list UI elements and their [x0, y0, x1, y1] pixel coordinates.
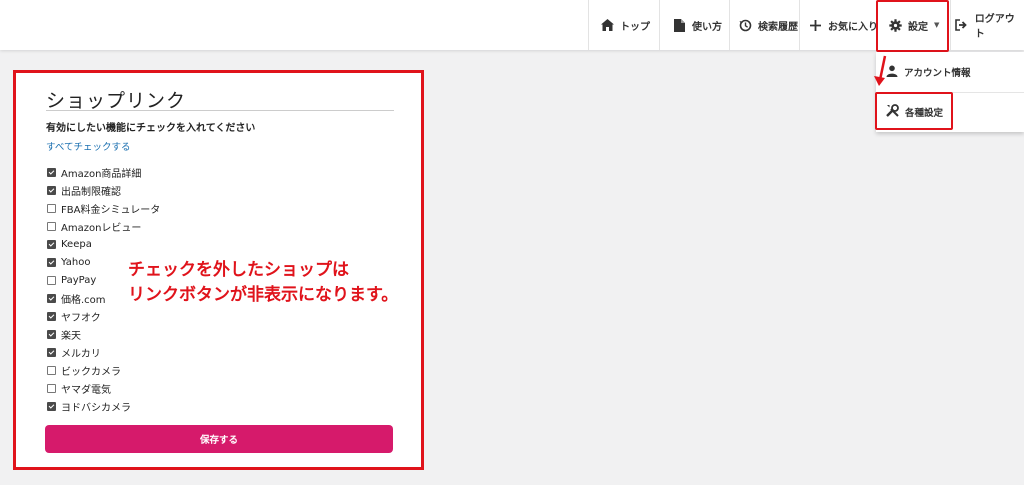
shop-option-label: ビックカメラ	[61, 366, 121, 378]
nav-logout-label: ログアウト	[974, 14, 1015, 40]
nav-favorites-label: お気に入り	[828, 21, 878, 33]
shop-option-label: メルカリ	[61, 348, 101, 360]
shop-option-label: ヤフオク	[61, 312, 101, 324]
save-button[interactable]: 保存する	[45, 425, 393, 453]
nav-divider	[950, 0, 951, 50]
checkbox[interactable]	[47, 221, 56, 231]
checkbox[interactable]	[47, 347, 56, 357]
shop-option[interactable]: ビックカメラ	[47, 363, 121, 378]
shop-option-label: FBA料金シミュレータ	[61, 204, 161, 216]
shop-option[interactable]: 楽天	[47, 327, 81, 342]
shop-option[interactable]: メルカリ	[47, 345, 101, 360]
check-all-link[interactable]: すべてチェックする	[46, 139, 130, 153]
nav-divider	[659, 0, 660, 50]
checkbox[interactable]	[47, 185, 56, 195]
shop-option-label: Amazonレビュー	[61, 222, 142, 234]
shop-option[interactable]: 出品制限確認	[47, 183, 121, 198]
checkbox[interactable]	[47, 167, 56, 177]
plus-icon	[808, 18, 822, 32]
shop-option-label: 楽天	[61, 330, 81, 342]
logout-icon	[955, 18, 969, 32]
shop-option-label: ヨドバシカメラ	[61, 402, 131, 414]
nav-usage-label: 使い方	[692, 21, 722, 33]
shop-option-label: Amazon商品詳細	[61, 168, 142, 180]
shop-option[interactable]: Amazonレビュー	[47, 219, 142, 234]
annotation-line-1: チェックを外したショップは	[128, 260, 349, 280]
annotation-line-2: リンクボタンが非表示になります。	[128, 285, 399, 305]
settings-highlight-box	[876, 0, 949, 52]
shop-option-label: 価格.com	[61, 294, 106, 306]
nav-divider	[729, 0, 730, 50]
shop-option[interactable]: ヤマダ電気	[47, 381, 111, 396]
checkbox[interactable]	[47, 203, 56, 213]
checkbox[interactable]	[47, 365, 56, 375]
history-icon	[738, 18, 752, 32]
shop-option-label: Keepa	[61, 238, 92, 250]
nav-usage[interactable]: 使い方	[672, 0, 722, 50]
checkbox[interactable]	[47, 239, 56, 249]
annotation-arrow	[874, 55, 887, 86]
checkbox[interactable]	[47, 257, 56, 267]
nav-history-label: 検索履歴	[758, 21, 798, 33]
shop-option[interactable]: Yahoo	[47, 255, 90, 269]
checkbox[interactable]	[47, 311, 56, 321]
shop-option-label: Yahoo	[61, 256, 91, 268]
shop-option[interactable]: PayPay	[47, 273, 96, 287]
shop-option[interactable]: FBA料金シミュレータ	[47, 201, 161, 216]
shop-option-label: 出品制限確認	[61, 186, 121, 198]
annotation-note: チェックを外したショップは リンクボタンが非表示になります。	[128, 258, 398, 308]
page-title: ショップリンク	[46, 90, 187, 112]
nav-divider	[799, 0, 800, 50]
checkbox[interactable]	[47, 293, 56, 303]
checkbox[interactable]	[47, 329, 56, 339]
title-underline	[46, 110, 394, 111]
checkbox[interactable]	[47, 401, 56, 411]
nav-favorites[interactable]: お気に入り	[808, 0, 878, 50]
shop-option[interactable]: Keepa	[47, 237, 92, 251]
nav-logout[interactable]: ログアウト	[955, 0, 1024, 50]
shop-option[interactable]: ヤフオク	[47, 309, 101, 324]
shop-option-label: PayPay	[61, 274, 97, 286]
nav-divider	[588, 0, 589, 50]
shop-option-label: ヤマダ電気	[61, 384, 111, 396]
nav-top-label: トップ	[620, 21, 650, 33]
checkbox[interactable]	[47, 275, 56, 285]
shop-option[interactable]: 価格.com	[47, 291, 106, 306]
home-icon	[600, 18, 614, 32]
nav-history[interactable]: 検索履歴	[738, 0, 798, 50]
nav-top[interactable]: トップ	[600, 0, 650, 50]
shop-option[interactable]: Amazon商品詳細	[47, 165, 142, 180]
document-icon	[672, 18, 686, 32]
checkbox[interactable]	[47, 383, 56, 393]
instruction-text: 有効にしたい機能にチェックを入れてください	[46, 123, 256, 134]
dropdown-item-account-label: アカウント情報	[904, 68, 971, 79]
shop-option[interactable]: ヨドバシカメラ	[47, 399, 131, 414]
